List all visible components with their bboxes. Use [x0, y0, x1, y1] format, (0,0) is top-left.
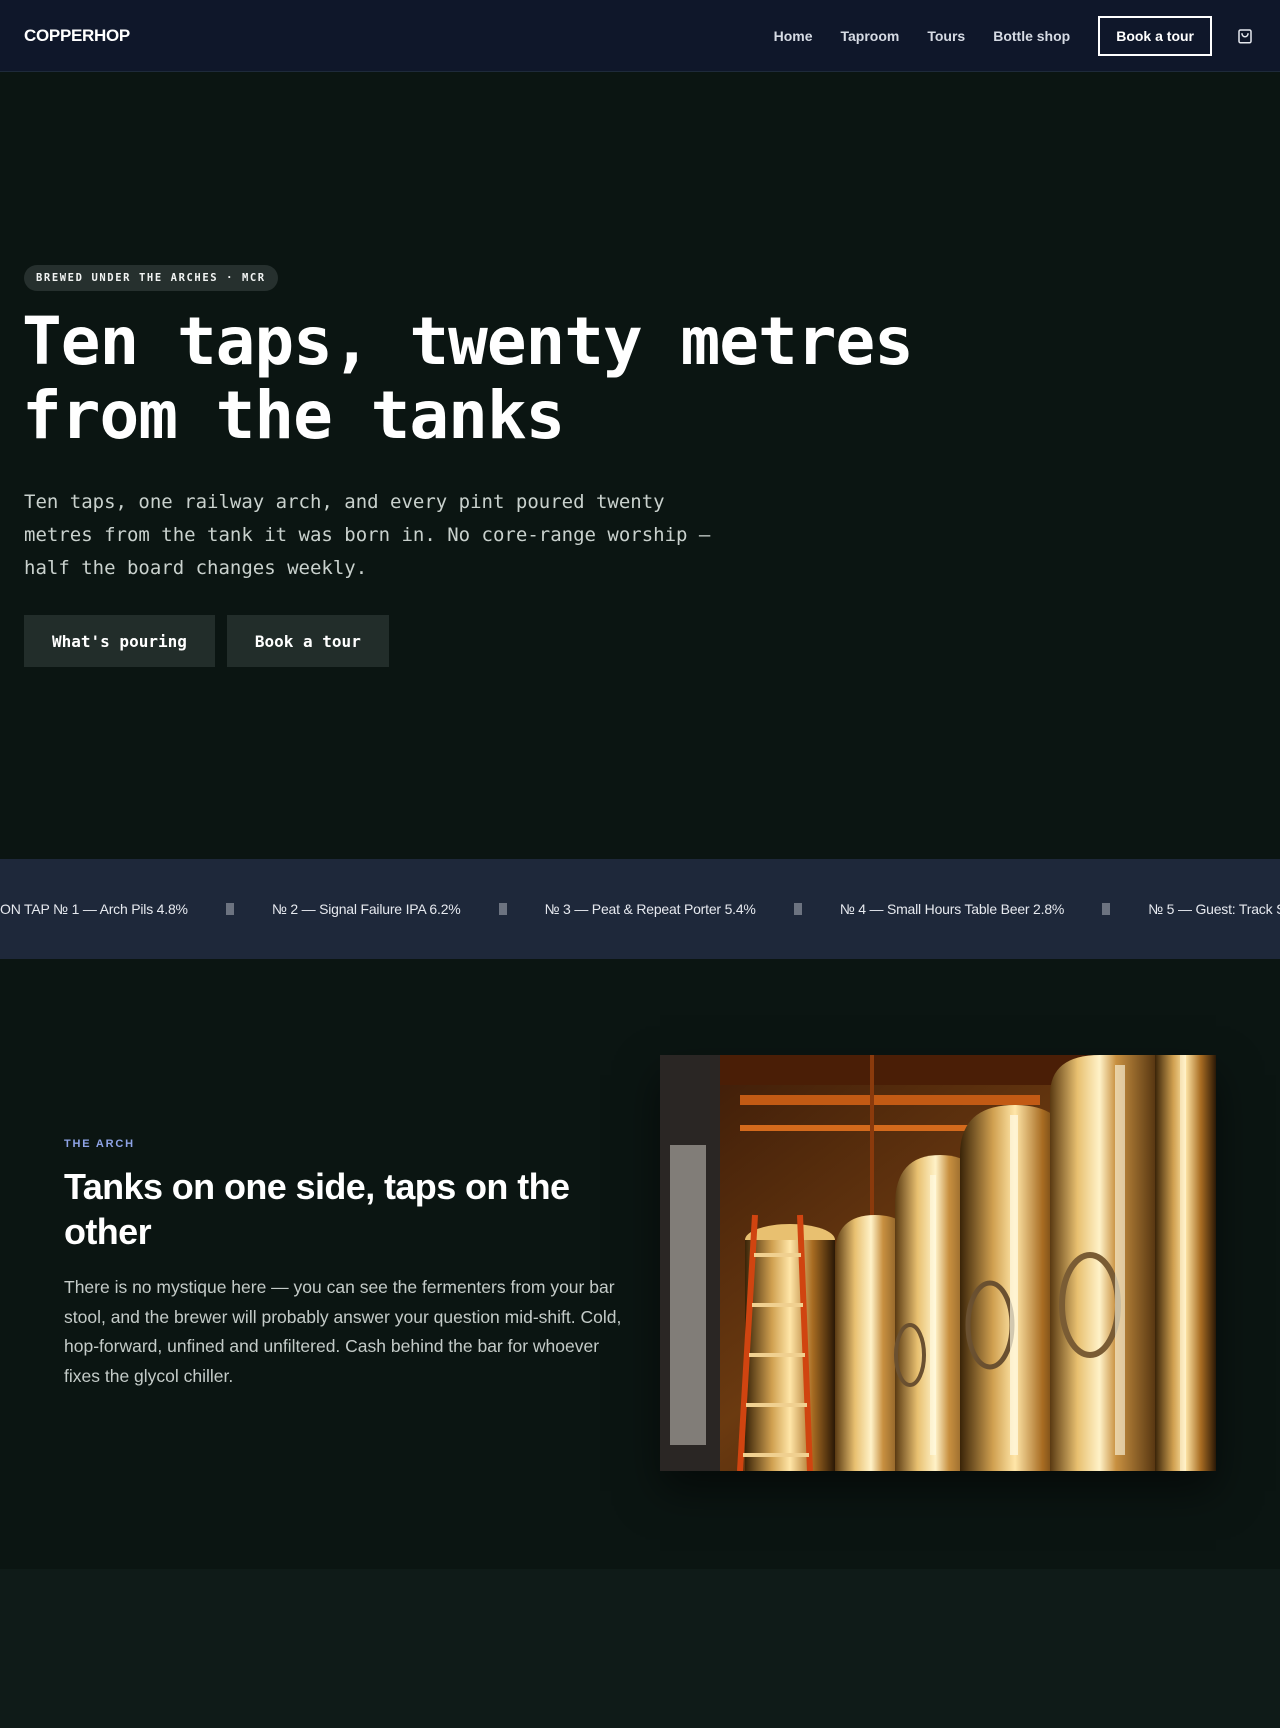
- book-tour-hero-button[interactable]: Book a tour: [226, 615, 389, 667]
- next-section-background: [0, 1569, 1280, 1728]
- ticker-item: № 5 — Guest: Track Sonoma: [1148, 901, 1280, 917]
- ticker-separator: [793, 903, 802, 915]
- the-arch-section: THE ARCH Tanks on one side, taps on the …: [0, 959, 1280, 1569]
- hero-buttons: What's pouring Book a tour: [24, 615, 401, 667]
- ticker-item: № 3 — Peat & Repeat Porter 5.4%: [544, 901, 756, 917]
- ticker-separator: [1102, 903, 1111, 915]
- section-title: Tanks on one side, taps on the other: [64, 1166, 570, 1252]
- hero-subtitle: Ten taps, one railway arch, and every pi…: [24, 491, 711, 579]
- ticker-separator: [498, 903, 507, 915]
- nav-link-bottle-shop[interactable]: Bottle shop: [993, 28, 1070, 44]
- section-body: There is no mystique here — you can see …: [64, 1277, 622, 1386]
- ticker-item: № 4 — Small Hours Table Beer 2.8%: [839, 901, 1065, 917]
- on-tap-ticker: ON TAP № 1 — Arch Pils 4.8% № 2 — Signal…: [0, 859, 1280, 959]
- logo[interactable]: COPPERHOP: [24, 26, 130, 46]
- nav-link-home[interactable]: Home: [774, 28, 813, 44]
- ticker-item: № 2 — Signal Failure IPA 6.2%: [271, 901, 461, 917]
- nav-link-taproom[interactable]: Taproom: [841, 28, 900, 44]
- hero-eyebrow-badge: BREWED UNDER THE ARCHES · MCR: [24, 265, 278, 291]
- hero-section: BREWED UNDER THE ARCHES · MCR Ten taps, …: [0, 73, 1280, 859]
- book-tour-nav-button[interactable]: Book a tour: [1098, 15, 1212, 56]
- top-nav: COPPERHOP Home Taproom Tours Bottle shop…: [0, 0, 1280, 72]
- shopping-bag-icon[interactable]: [1234, 25, 1256, 47]
- nav-link-tours[interactable]: Tours: [927, 28, 965, 44]
- nav-links: Home Taproom Tours Bottle shop: [774, 28, 1071, 44]
- ticker-separator: [225, 903, 234, 915]
- ticker-item: ON TAP № 1 — Arch Pils 4.8%: [0, 901, 188, 917]
- section-kicker: THE ARCH: [64, 1138, 135, 1150]
- whats-pouring-button[interactable]: What's pouring: [24, 615, 215, 667]
- hero-title: Ten taps, twenty metres from the tanks: [22, 303, 914, 454]
- ticker-track: ON TAP № 1 — Arch Pils 4.8% № 2 — Signal…: [0, 901, 1280, 917]
- brewery-tanks-photo: [660, 1055, 1216, 1471]
